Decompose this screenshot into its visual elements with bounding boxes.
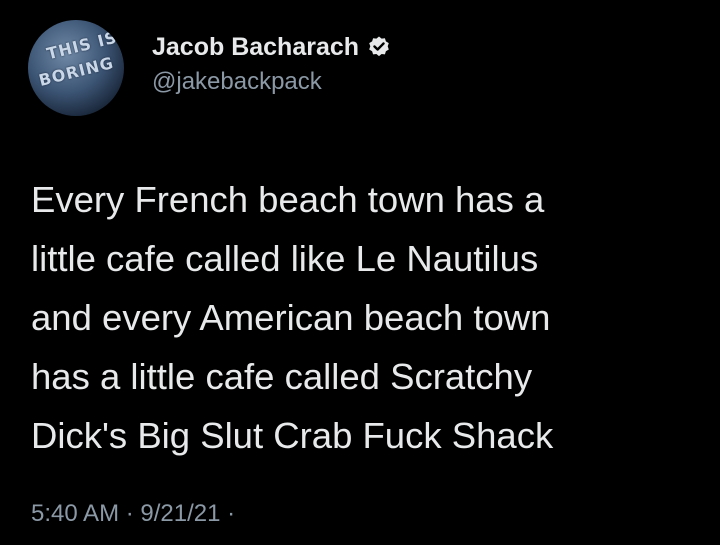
tweet-timestamp: 5:40 AM · 9/21/21 · [31, 500, 235, 528]
verified-badge-icon [367, 35, 391, 59]
user-handle[interactable]: @jakebackpack [152, 68, 391, 96]
name-row: Jacob Bacharach [152, 30, 391, 64]
tweet-card: THIS IS BORING Jacob Bacharach @jakeback… [0, 0, 720, 545]
tweet-header: Jacob Bacharach @jakebackpack [152, 30, 391, 96]
meta-trailing-separator: · [220, 500, 236, 527]
tweet-text: Every French beach town has a little caf… [31, 179, 554, 456]
tweet-time[interactable]: 5:40 AM [31, 500, 119, 528]
avatar[interactable]: THIS IS BORING [28, 20, 124, 116]
display-name[interactable]: Jacob Bacharach [152, 33, 359, 62]
tweet-date[interactable]: 9/21/21 [140, 500, 220, 528]
meta-separator: · [119, 500, 141, 527]
